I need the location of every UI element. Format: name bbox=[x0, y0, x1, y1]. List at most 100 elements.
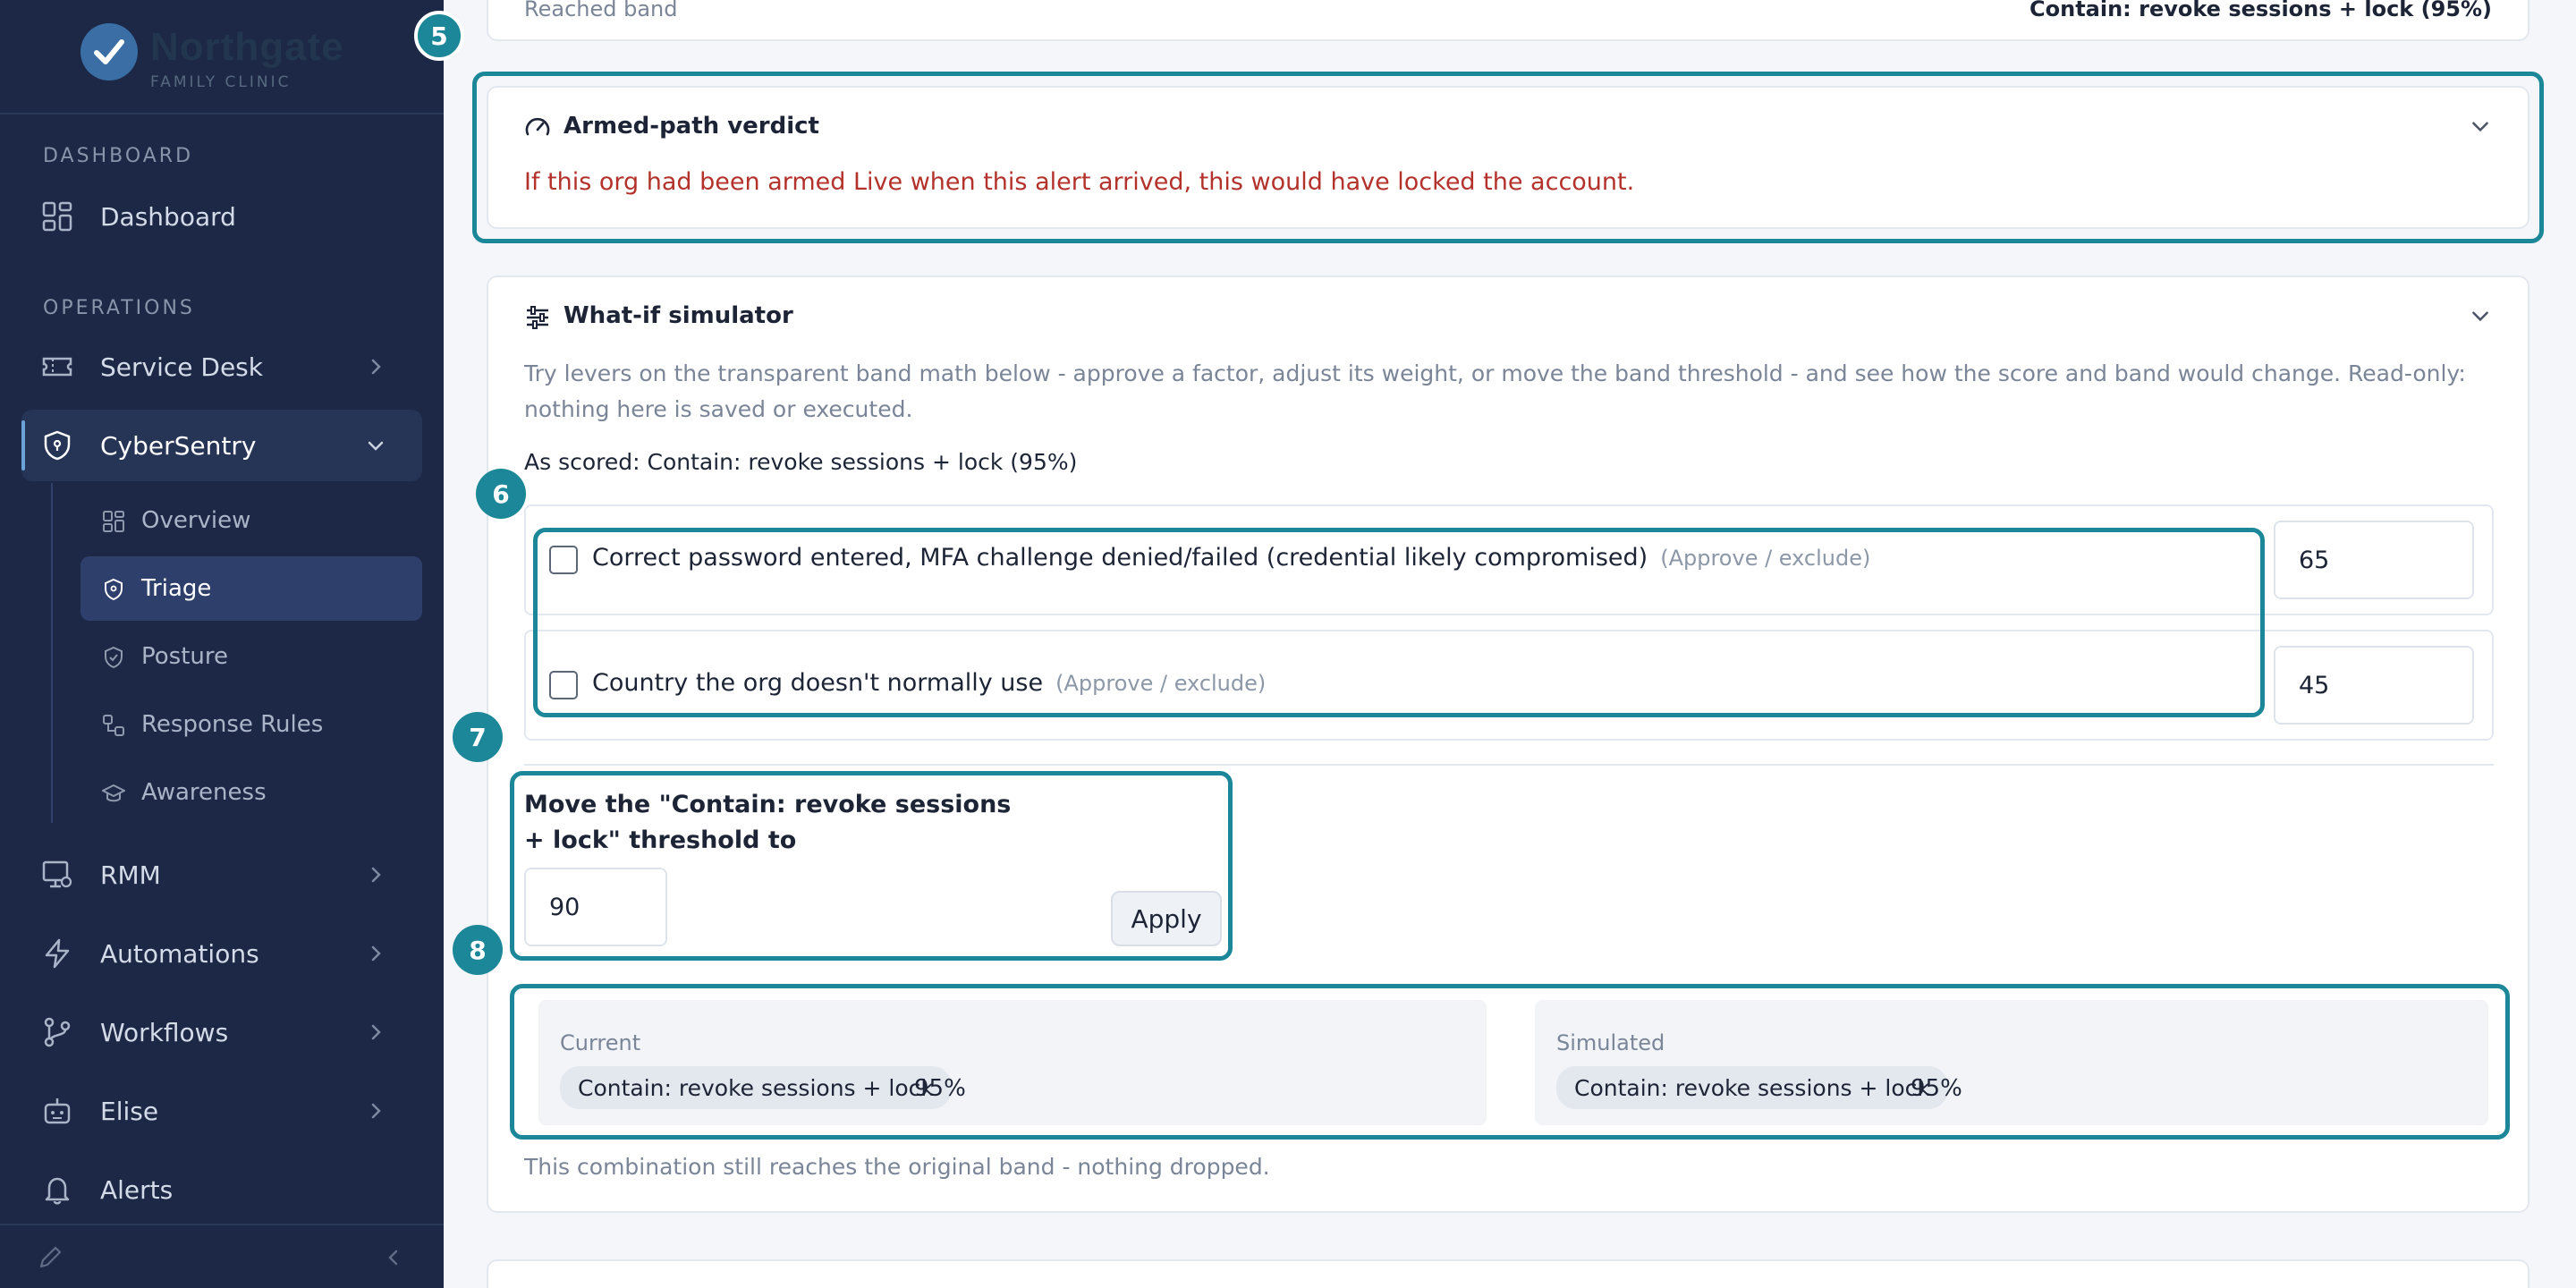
threshold-label: Move the "Contain: revoke sessions + loc… bbox=[524, 791, 1012, 854]
apply-button[interactable]: Apply bbox=[1111, 891, 1222, 946]
sidebar-item-cybersentry[interactable]: CyberSentry bbox=[21, 410, 422, 481]
sidebar-subitem-posture[interactable]: Posture bbox=[80, 624, 422, 689]
reached-band-card: Reached band Contain: revoke sessions + … bbox=[487, 0, 2529, 41]
robot-icon bbox=[44, 1098, 71, 1124]
simulated-column: Simulated Contain: revoke sessions + loc… bbox=[1535, 1000, 2488, 1125]
rules-icon bbox=[103, 715, 124, 736]
sidebar-subitem-label: Awareness bbox=[141, 779, 267, 806]
factor-label: Country the org doesn't normally use (App… bbox=[592, 669, 1266, 697]
simulated-label: Simulated bbox=[1556, 1030, 1665, 1055]
chevron-right-icon bbox=[371, 359, 381, 375]
section-label-operations: OPERATIONS bbox=[43, 297, 195, 319]
shield-check-icon bbox=[105, 646, 123, 669]
simulated-band-pill: Contain: revoke sessions + lock bbox=[1556, 1066, 1948, 1109]
factor-label: Correct password entered, MFA challenge … bbox=[592, 544, 1870, 572]
simulator-title: What-if simulator bbox=[564, 302, 793, 329]
pencil-icon[interactable] bbox=[36, 1243, 64, 1272]
factor-row: Correct password entered, MFA challenge … bbox=[524, 504, 2494, 615]
sidebar-item-workflows[interactable]: Workflows bbox=[21, 996, 422, 1068]
monitor-gear-icon bbox=[42, 860, 72, 888]
factor-approve-checkbox[interactable] bbox=[549, 546, 578, 574]
shield-small-icon bbox=[105, 578, 123, 601]
factor-label-text: Correct password entered, MFA challenge … bbox=[592, 544, 1648, 572]
brand-name: Northgate bbox=[150, 25, 344, 69]
sidebar-subitem-awareness[interactable]: Awareness bbox=[80, 760, 422, 825]
reached-band-label: Reached band bbox=[524, 0, 678, 21]
bell-icon bbox=[45, 1177, 70, 1205]
sidebar-item-dashboard[interactable]: Dashboard bbox=[21, 181, 422, 252]
factor-approve-checkbox[interactable] bbox=[549, 671, 578, 699]
shield-icon bbox=[44, 430, 71, 461]
sidebar-item-label: Dashboard bbox=[100, 201, 236, 232]
sidebar-item-label: Workflows bbox=[100, 1017, 229, 1047]
graduation-cap-icon bbox=[102, 784, 125, 802]
sidebar-item-elise[interactable]: Elise bbox=[21, 1075, 422, 1147]
sidebar-item-label: CyberSentry bbox=[100, 430, 257, 461]
grid-icon bbox=[103, 511, 124, 532]
section-label-dashboard: DASHBOARD bbox=[43, 145, 194, 167]
sidebar-subitem-label: Posture bbox=[141, 643, 228, 670]
logo-check-icon bbox=[80, 23, 138, 80]
sidebar-footer bbox=[0, 1224, 444, 1288]
chevron-right-icon bbox=[371, 1024, 381, 1040]
chevron-right-icon bbox=[371, 945, 381, 962]
submenu-guide-line bbox=[51, 483, 53, 823]
sidebar-subitem-label: Response Rules bbox=[141, 711, 324, 738]
current-label: Current bbox=[560, 1030, 641, 1055]
sidebar-subitem-triage[interactable]: Triage bbox=[80, 556, 422, 621]
sidebar-item-label: Alerts bbox=[100, 1174, 174, 1205]
brand-header: Northgate FAMILY CLINIC bbox=[0, 0, 444, 114]
as-scored-text: As scored: Contain: revoke sessions + lo… bbox=[524, 449, 1078, 475]
collapse-sidebar-icon[interactable] bbox=[383, 1247, 404, 1268]
sidebar-item-label: Automations bbox=[100, 938, 259, 969]
factor-label-text: Country the org doesn't normally use bbox=[592, 669, 1044, 697]
lightning-icon bbox=[45, 938, 70, 969]
sidebar-item-service-desk[interactable]: Service Desk bbox=[21, 331, 422, 402]
step-marker: 8 bbox=[453, 925, 503, 975]
sidebar-subitem-label: Triage bbox=[141, 575, 212, 602]
current-score: 95% bbox=[914, 1075, 966, 1102]
simulator-description: Try levers on the transparent band math … bbox=[524, 360, 2466, 422]
factor-hint: (Approve / exclude) bbox=[1055, 671, 1267, 696]
simulated-score: 95% bbox=[1911, 1075, 1962, 1102]
what-if-simulator-card: What-if simulator Try levers on the tran… bbox=[487, 275, 2529, 1213]
sidebar-subitem-overview[interactable]: Overview bbox=[80, 488, 422, 553]
gauge-icon bbox=[525, 117, 550, 136]
result-note: This combination still reaches the origi… bbox=[524, 1154, 1270, 1180]
sidebar-item-automations[interactable]: Automations bbox=[21, 918, 422, 989]
armed-path-verdict-card: Armed-path verdict If this org had been … bbox=[487, 86, 2529, 229]
step-marker: 7 bbox=[453, 712, 503, 762]
dashboard-grid-icon bbox=[42, 201, 72, 232]
sidebar-item-label: Service Desk bbox=[100, 352, 263, 382]
factor-weight-input[interactable]: 65 bbox=[2274, 521, 2474, 599]
next-card bbox=[487, 1259, 2529, 1288]
current-column: Current Contain: revoke sessions + lock … bbox=[538, 1000, 1487, 1125]
chevron-right-icon bbox=[371, 867, 381, 883]
sidebar-item-rmm[interactable]: RMM bbox=[21, 839, 422, 911]
reached-band-value: Contain: revoke sessions + lock (95%) bbox=[2029, 0, 2492, 21]
sidebar: Northgate FAMILY CLINIC DASHBOARD Dashbo… bbox=[0, 0, 444, 1288]
sidebar-item-label: RMM bbox=[100, 860, 161, 890]
main-content: Reached band Contain: revoke sessions + … bbox=[444, 0, 2576, 1288]
current-band-pill: Contain: revoke sessions + lock bbox=[560, 1066, 952, 1109]
threshold-input[interactable]: 90 bbox=[524, 868, 667, 946]
chevron-right-icon bbox=[371, 1103, 381, 1119]
factor-hint: (Approve / exclude) bbox=[1660, 546, 1871, 571]
chevron-down-icon bbox=[368, 441, 384, 451]
divider bbox=[524, 764, 2494, 766]
brand-subtitle: FAMILY CLINIC bbox=[150, 73, 292, 91]
verdict-title: Armed-path verdict bbox=[564, 113, 819, 140]
step-marker: 5 bbox=[414, 11, 464, 61]
verdict-message: If this org had been armed Live when thi… bbox=[524, 168, 1635, 196]
sidebar-item-label: Elise bbox=[100, 1096, 159, 1126]
ticket-icon bbox=[42, 357, 72, 377]
branch-icon bbox=[44, 1017, 71, 1047]
factor-weight-input[interactable]: 45 bbox=[2274, 646, 2474, 724]
step-marker: 6 bbox=[476, 469, 526, 519]
chevron-down-icon[interactable] bbox=[2469, 304, 2492, 327]
sidebar-item-alerts[interactable]: Alerts bbox=[21, 1154, 422, 1225]
sidebar-subitem-response-rules[interactable]: Response Rules bbox=[80, 692, 422, 757]
sliders-icon bbox=[527, 306, 548, 329]
chevron-down-icon[interactable] bbox=[2469, 114, 2492, 138]
factor-row: Country the org doesn't normally use (App… bbox=[524, 630, 2494, 741]
